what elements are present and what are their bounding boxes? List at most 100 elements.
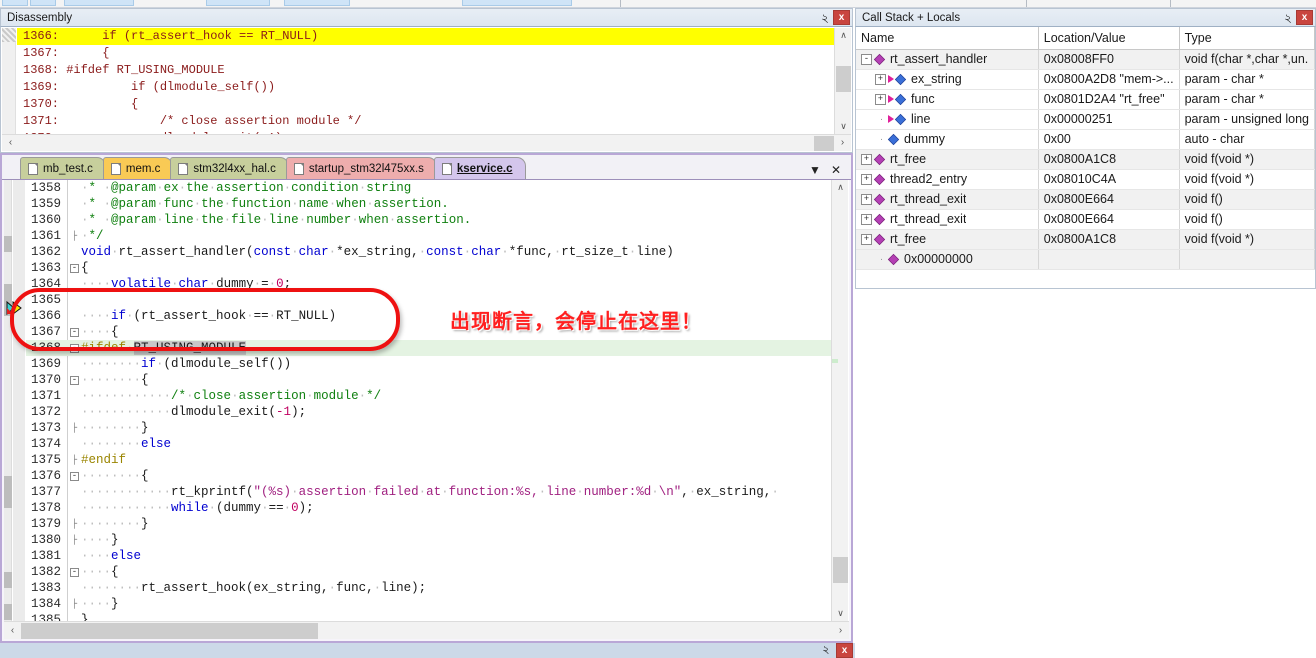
cell-location[interactable]: 0x00000251 <box>1038 109 1180 130</box>
cell-name[interactable]: + rt_free <box>856 149 1039 170</box>
cell-type[interactable] <box>1179 249 1315 270</box>
chevron-down-icon[interactable]: ▼ <box>809 164 821 176</box>
code-line[interactable]: 1377 ············rt_kprintf("(%s)·asserti… <box>26 484 831 500</box>
pin-icon[interactable]: ২ <box>1280 10 1296 25</box>
tab-kservice-c[interactable]: kservice.c <box>433 157 526 179</box>
editor-code-lines[interactable]: 1358 ·* ·@param·ex·the·assertion·conditio… <box>26 180 831 621</box>
disassembly-code[interactable]: 1366: if (rt_assert_hook == RT_NULL) 1367… <box>17 28 834 134</box>
cell-type[interactable]: void f(void *) <box>1179 169 1315 190</box>
editor-hscroll-thumb[interactable] <box>21 622 318 639</box>
fold-collapse-icon[interactable]: - <box>70 567 79 577</box>
cell-name[interactable]: + func <box>856 89 1039 110</box>
cell-type[interactable]: void f(char *,char *,un. <box>1179 49 1315 70</box>
tree-expand-icon[interactable]: + <box>861 233 872 245</box>
tree-collapse-icon[interactable]: - <box>861 53 872 65</box>
code-line[interactable]: 1371 ············/*·close·assertion·modul… <box>26 388 831 404</box>
disassembly-line[interactable]: 1371: /* close assertion module */ <box>17 113 834 130</box>
cell-name[interactable]: · 0x00000000 <box>856 249 1039 270</box>
code-line[interactable]: 1383 ········rt_assert_hook(ex_string,·fu… <box>26 580 831 596</box>
code-line[interactable]: 1380 ├ ····} <box>26 532 831 548</box>
tree-expand-icon[interactable]: + <box>875 93 886 105</box>
disassembly-line[interactable]: 1369: if (dlmodule_self()) <box>17 79 834 96</box>
cell-type[interactable]: param - char * <box>1179 89 1315 110</box>
cell-location[interactable]: 0x00 <box>1038 129 1180 150</box>
tree-expand-icon[interactable]: + <box>875 73 886 85</box>
cell-name[interactable]: + rt_free <box>856 229 1039 250</box>
cell-type[interactable]: void f() <box>1179 209 1315 230</box>
table-row[interactable]: · 0x00000000 <box>856 249 1315 270</box>
table-row[interactable]: + rt_free 0x0800A1C8 void f(void *) <box>856 149 1315 170</box>
cell-location[interactable]: 0x0800E664 <box>1038 189 1180 210</box>
table-row[interactable]: · dummy 0x00 auto - char <box>856 129 1315 150</box>
fold-collapse-icon[interactable]: - <box>70 327 79 337</box>
scroll-right-icon[interactable]: › <box>834 135 851 151</box>
fold-collapse-icon[interactable]: - <box>70 343 79 353</box>
fold-marker[interactable]: - <box>68 471 81 481</box>
cell-name[interactable]: + rt_thread_exit <box>856 209 1039 230</box>
code-line[interactable]: 1365 <box>26 292 831 308</box>
code-line[interactable]: 1370- ········{ <box>26 372 831 388</box>
disassembly-hscroll-thumb[interactable] <box>814 135 834 151</box>
cell-name[interactable]: · line <box>856 109 1039 130</box>
toolbar-button-1[interactable] <box>2 0 28 6</box>
disassembly-scroll-thumb[interactable] <box>836 66 851 92</box>
disassembly-line-highlighted[interactable]: 1366: if (rt_assert_hook == RT_NULL) <box>17 28 834 45</box>
code-line[interactable]: 1379 ├ ········} <box>26 516 831 532</box>
scroll-right-icon[interactable]: › <box>832 623 849 639</box>
cell-location[interactable] <box>1038 249 1180 270</box>
cell-name[interactable]: · dummy <box>856 129 1039 150</box>
code-line[interactable]: 1360 ·* ·@param·line·the·file·line·number… <box>26 212 831 228</box>
table-row[interactable]: + rt_free 0x0800A1C8 void f(void *) <box>856 229 1315 250</box>
table-row[interactable]: + rt_thread_exit 0x0800E664 void f() <box>856 209 1315 230</box>
table-row[interactable]: · line 0x00000251 param - unsigned long <box>856 109 1315 130</box>
code-line[interactable]: 1361 ├ ·*/ <box>26 228 831 244</box>
column-header-location[interactable]: Location/Value <box>1038 27 1180 50</box>
tab-mb-test-c[interactable]: mb_test.c <box>20 157 106 179</box>
cell-type[interactable]: param - char * <box>1179 69 1315 90</box>
scroll-left-icon[interactable]: ‹ <box>4 623 21 639</box>
disassembly-line[interactable]: 1370: { <box>17 96 834 113</box>
tab-stm32l4xx-hal-c[interactable]: stm32l4xx_hal.c <box>170 157 289 179</box>
disassembly-line[interactable]: 1368: #ifdef RT_USING_MODULE <box>17 62 834 79</box>
code-line[interactable]: 1363-{ <box>26 260 831 276</box>
code-line[interactable]: 1358 ·* ·@param·ex·the·assertion·conditio… <box>26 180 831 196</box>
cell-location[interactable]: 0x0801D2A4 "rt_free" <box>1038 89 1180 110</box>
disassembly-horizontal-scrollbar[interactable]: ‹ › <box>2 134 851 151</box>
column-header-type[interactable]: Type <box>1179 27 1315 50</box>
scroll-up-icon[interactable]: ∧ <box>835 28 852 43</box>
fold-marker[interactable]: - <box>68 327 81 337</box>
cell-name[interactable]: + thread2_entry <box>856 169 1039 190</box>
code-line[interactable]: 1359 ·* ·@param·func·the·function·name·wh… <box>26 196 831 212</box>
code-line[interactable]: 1375 ├ #endif <box>26 452 831 468</box>
toolbar-button-5[interactable] <box>284 0 350 6</box>
cell-location[interactable]: 0x0800A2D8 "mem->... <box>1038 69 1180 90</box>
code-line[interactable]: 1368- #ifdef·RT_USING_MODULE <box>26 340 831 356</box>
cell-type[interactable]: param - unsigned long <box>1179 109 1315 130</box>
toolbar-button-3[interactable] <box>64 0 134 6</box>
close-icon[interactable]: ✕ <box>831 164 841 176</box>
toolbar-button-2[interactable] <box>30 0 56 6</box>
tree-expand-icon[interactable]: + <box>861 213 872 225</box>
tree-expand-icon[interactable]: + <box>861 173 872 185</box>
fold-marker[interactable]: - <box>68 343 81 353</box>
pin-icon[interactable]: ২ <box>817 10 833 25</box>
code-line[interactable]: 1369 ········if·(dlmodule_self()) <box>26 356 831 372</box>
editor-scroll-thumb[interactable] <box>833 557 848 583</box>
close-icon[interactable]: x <box>1296 10 1313 25</box>
scroll-down-icon[interactable]: ∨ <box>832 606 849 621</box>
close-icon[interactable]: x <box>833 10 850 25</box>
cell-location[interactable]: 0x08010C4A <box>1038 169 1180 190</box>
tab-startup-stm32l475xx-s[interactable]: startup_stm32l475xx.s <box>285 157 437 179</box>
fold-collapse-icon[interactable]: - <box>70 375 79 385</box>
fold-marker[interactable]: - <box>68 263 81 273</box>
cell-location[interactable]: 0x0800A1C8 <box>1038 229 1180 250</box>
cell-name[interactable]: - rt_assert_handler <box>856 49 1039 70</box>
fold-marker[interactable]: - <box>68 375 81 385</box>
cell-location[interactable]: 0x0800A1C8 <box>1038 149 1180 170</box>
disassembly-vertical-scrollbar[interactable]: ∧ ∨ <box>834 28 851 134</box>
scroll-up-icon[interactable]: ∧ <box>832 180 849 195</box>
cell-type[interactable]: void f() <box>1179 189 1315 210</box>
code-line[interactable]: 1381 ····else <box>26 548 831 564</box>
table-row[interactable]: + func 0x0801D2A4 "rt_free" param - char * <box>856 89 1315 110</box>
scroll-down-icon[interactable]: ∨ <box>835 119 852 134</box>
